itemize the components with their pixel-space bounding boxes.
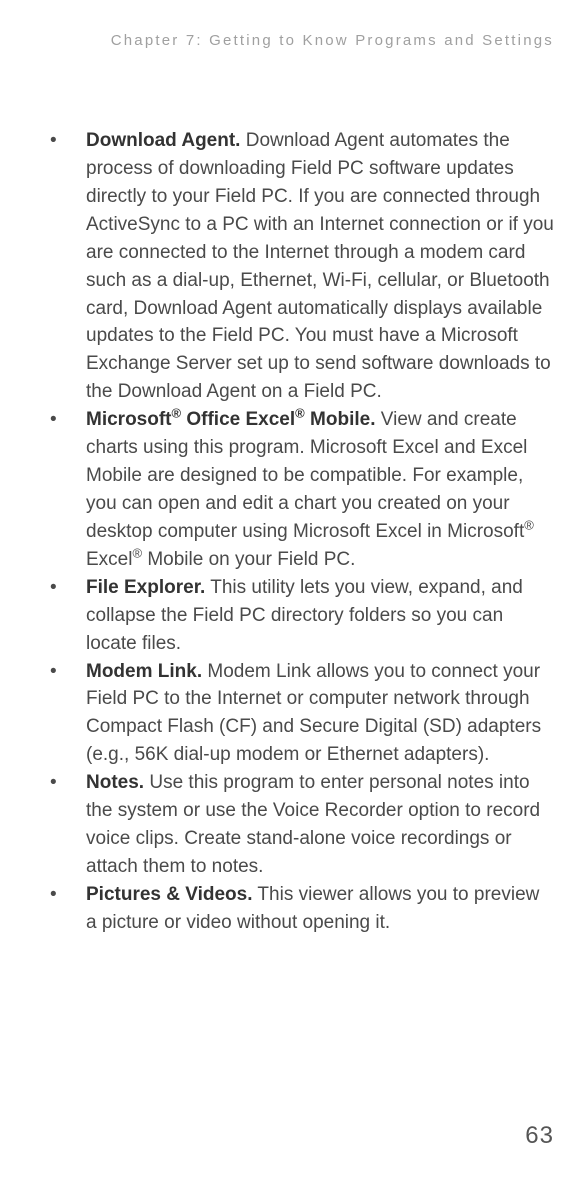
item-title: Download Agent.	[86, 130, 240, 151]
item-body: Use this program to enter personal notes…	[86, 772, 540, 877]
bullet-icon: •	[50, 881, 57, 909]
bullet-list: • Download Agent. Download Agent automat…	[42, 127, 554, 937]
page-number: 63	[525, 1122, 554, 1150]
list-item: • Modem Link. Modem Link allows you to c…	[42, 658, 554, 770]
item-title: Modem Link.	[86, 661, 202, 682]
item-body: View and create charts using this progra…	[86, 409, 534, 570]
list-item: • File Explorer. This utility lets you v…	[42, 574, 554, 658]
item-title: Microsoft® Office Excel® Mobile.	[86, 409, 375, 430]
bullet-icon: •	[50, 127, 57, 155]
bullet-icon: •	[50, 574, 57, 602]
item-title: Pictures & Videos.	[86, 884, 253, 905]
bullet-icon: •	[50, 406, 57, 434]
list-item: • Download Agent. Download Agent automat…	[42, 127, 554, 406]
content-area: • Download Agent. Download Agent automat…	[42, 127, 554, 937]
item-title: Notes.	[86, 772, 144, 793]
bullet-icon: •	[50, 769, 57, 797]
bullet-icon: •	[50, 658, 57, 686]
chapter-header: Chapter 7: Getting to Know Programs and …	[42, 32, 554, 49]
list-item: • Pictures & Videos. This viewer allows …	[42, 881, 554, 937]
list-item: • Microsoft® Office Excel® Mobile. View …	[42, 406, 554, 574]
item-body: Download Agent automates the process of …	[86, 130, 554, 402]
list-item: • Notes. Use this program to enter perso…	[42, 769, 554, 881]
item-title: File Explorer.	[86, 577, 205, 598]
